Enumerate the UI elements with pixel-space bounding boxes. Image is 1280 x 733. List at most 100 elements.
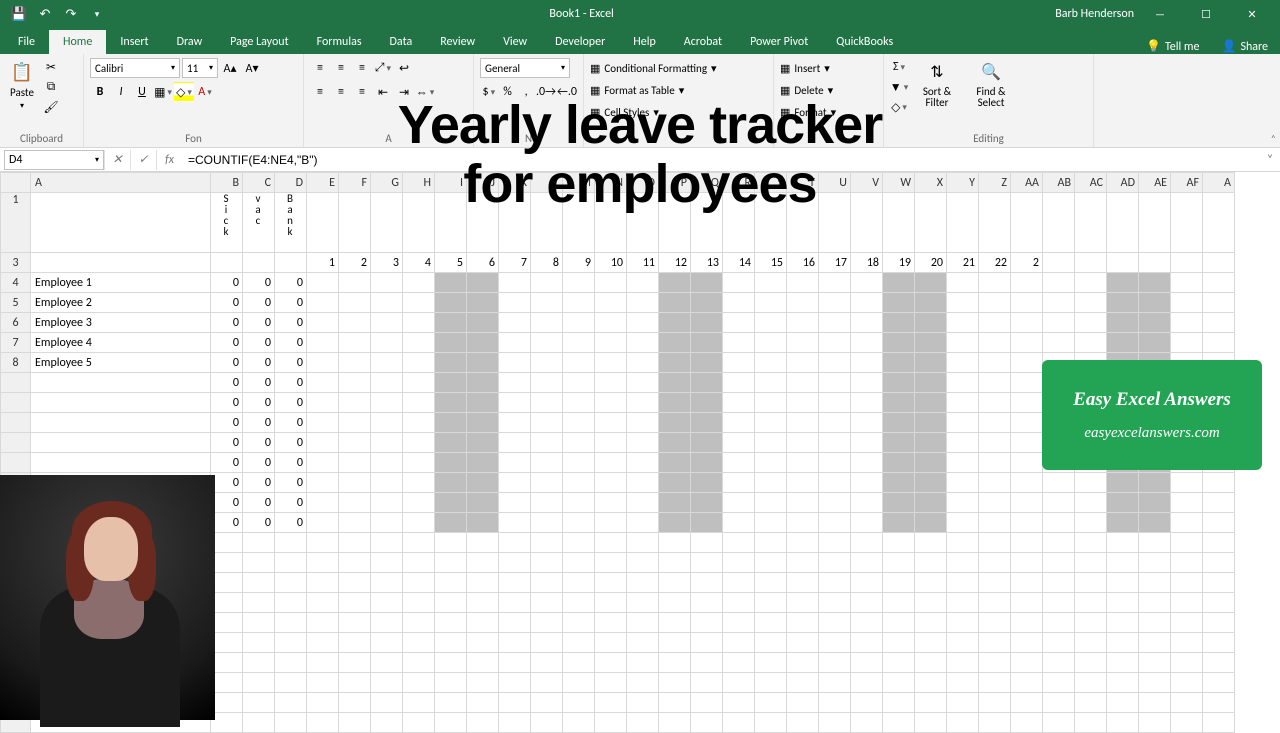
font-color-button[interactable]: A xyxy=(195,82,215,102)
col-header[interactable]: AC xyxy=(1075,173,1107,193)
employee-name[interactable]: Employee 3 xyxy=(31,313,211,333)
col-header[interactable]: H xyxy=(403,173,435,193)
cell-styles-button[interactable]: ▦Cell Styles ▾ xyxy=(590,102,767,122)
tell-me[interactable]: 💡Tell me xyxy=(1136,39,1209,54)
tab-page-layout[interactable]: Page Layout xyxy=(216,30,302,54)
wrap-text-icon[interactable]: ↩ xyxy=(394,58,414,78)
maximize-button[interactable]: ☐ xyxy=(1186,0,1226,28)
align-bottom-icon[interactable]: ≡ xyxy=(352,58,372,78)
share-button[interactable]: 👤Share xyxy=(1209,39,1280,54)
expand-formula-bar-icon[interactable]: ˅ xyxy=(1260,153,1280,167)
col-header[interactable]: AB xyxy=(1043,173,1075,193)
name-box[interactable]: D4▾ xyxy=(4,150,104,170)
fill-icon[interactable]: ▼ xyxy=(890,78,908,96)
close-button[interactable]: ✕ xyxy=(1232,0,1272,28)
tab-acrobat[interactable]: Acrobat xyxy=(670,30,736,54)
collapse-ribbon-icon[interactable]: ˄ xyxy=(1271,132,1276,145)
row-header[interactable]: 8 xyxy=(1,353,31,373)
decrease-decimal-icon[interactable]: ←.0 xyxy=(557,82,577,102)
conditional-formatting-button[interactable]: ▦Conditional Formatting ▾ xyxy=(590,58,767,78)
col-header[interactable]: Z xyxy=(979,173,1011,193)
autosum-icon[interactable]: Σ xyxy=(890,58,908,76)
merge-center-icon[interactable]: ⇔ xyxy=(415,82,435,102)
col-header[interactable]: Y xyxy=(947,173,979,193)
col-header[interactable]: G xyxy=(371,173,403,193)
underline-button[interactable]: U xyxy=(132,82,152,102)
copy-icon[interactable]: ⧉ xyxy=(42,78,60,96)
employee-name[interactable]: Employee 2 xyxy=(31,293,211,313)
qat-customize-icon[interactable]: ▾ xyxy=(86,3,108,25)
col-header[interactable]: T xyxy=(787,173,819,193)
format-as-table-button[interactable]: ▦Format as Table ▾ xyxy=(590,80,767,100)
align-middle-icon[interactable]: ≡ xyxy=(331,58,351,78)
col-header[interactable]: B xyxy=(211,173,243,193)
fx-icon[interactable]: fx xyxy=(156,150,182,170)
row-header[interactable]: 3 xyxy=(1,253,31,273)
col-header[interactable]: P xyxy=(659,173,691,193)
tab-review[interactable]: Review xyxy=(426,30,489,54)
align-left-icon[interactable]: ≡ xyxy=(310,82,330,102)
fill-color-button[interactable]: ◇ xyxy=(174,82,194,102)
col-header[interactable]: AF xyxy=(1171,173,1203,193)
insert-cells-button[interactable]: ▦Insert ▾ xyxy=(780,58,877,78)
cut-icon[interactable]: ✂ xyxy=(42,58,60,76)
orientation-icon[interactable]: ⤢ xyxy=(373,58,393,78)
clear-icon[interactable]: ◇ xyxy=(890,98,908,116)
row-header[interactable]: 4 xyxy=(1,273,31,293)
align-top-icon[interactable]: ≡ xyxy=(310,58,330,78)
enter-formula-icon[interactable]: ✓ xyxy=(130,150,156,170)
col-header[interactable]: V xyxy=(851,173,883,193)
format-painter-icon[interactable]: 🖌 xyxy=(42,98,60,116)
comma-format-icon[interactable]: , xyxy=(517,82,535,102)
tab-power-pivot[interactable]: Power Pivot xyxy=(736,30,822,54)
align-right-icon[interactable]: ≡ xyxy=(352,82,372,102)
tab-help[interactable]: Help xyxy=(619,30,670,54)
row-header[interactable] xyxy=(1,393,31,413)
col-header[interactable]: N xyxy=(595,173,627,193)
employee-name[interactable]: Employee 5 xyxy=(31,353,211,373)
tab-quickbooks[interactable]: QuickBooks xyxy=(822,30,907,54)
format-cells-button[interactable]: ▦Format ▾ xyxy=(780,102,877,122)
find-select-button[interactable]: 🔍 Find & Select xyxy=(966,58,1016,110)
font-name-select[interactable]: Calibri▾ xyxy=(90,58,180,78)
row-header[interactable]: 1 xyxy=(1,193,31,253)
tab-data[interactable]: Data xyxy=(376,30,427,54)
paste-button[interactable]: 📋 Paste ▾ xyxy=(6,58,38,113)
col-header[interactable]: E xyxy=(307,173,339,193)
row-header[interactable] xyxy=(1,413,31,433)
number-format-select[interactable]: General▾ xyxy=(480,58,570,78)
col-header[interactable]: C xyxy=(243,173,275,193)
row-header[interactable]: 5 xyxy=(1,293,31,313)
tab-file[interactable]: File xyxy=(4,30,49,54)
col-header[interactable]: F xyxy=(339,173,371,193)
decrease-font-icon[interactable]: A▾ xyxy=(242,58,262,78)
col-header[interactable]: J xyxy=(467,173,499,193)
italic-button[interactable]: I xyxy=(111,82,131,102)
tab-draw[interactable]: Draw xyxy=(163,30,217,54)
formula-input[interactable] xyxy=(182,150,1260,170)
col-header[interactable]: L xyxy=(531,173,563,193)
col-header[interactable]: S xyxy=(755,173,787,193)
increase-indent-icon[interactable]: ⇥ xyxy=(394,82,414,102)
tab-home[interactable]: Home xyxy=(49,30,106,54)
percent-format-icon[interactable]: % xyxy=(499,82,517,102)
bold-button[interactable]: B xyxy=(90,82,110,102)
undo-icon[interactable]: ↶ xyxy=(34,3,56,25)
col-header[interactable]: R xyxy=(723,173,755,193)
row-header[interactable] xyxy=(1,373,31,393)
col-header[interactable]: AA xyxy=(1011,173,1043,193)
col-header[interactable]: A xyxy=(1203,173,1235,193)
row-header[interactable] xyxy=(1,453,31,473)
col-header[interactable]: I xyxy=(435,173,467,193)
employee-name[interactable]: Employee 1 xyxy=(31,273,211,293)
redo-icon[interactable]: ↷ xyxy=(60,3,82,25)
col-header[interactable]: AE xyxy=(1139,173,1171,193)
col-header[interactable]: Q xyxy=(691,173,723,193)
col-header[interactable]: A xyxy=(31,173,211,193)
font-size-select[interactable]: 11▾ xyxy=(182,58,218,78)
employee-name[interactable]: Employee 4 xyxy=(31,333,211,353)
col-header[interactable]: X xyxy=(915,173,947,193)
col-header[interactable]: O xyxy=(627,173,659,193)
tab-view[interactable]: View xyxy=(489,30,541,54)
increase-decimal-icon[interactable]: .0→ xyxy=(536,82,556,102)
